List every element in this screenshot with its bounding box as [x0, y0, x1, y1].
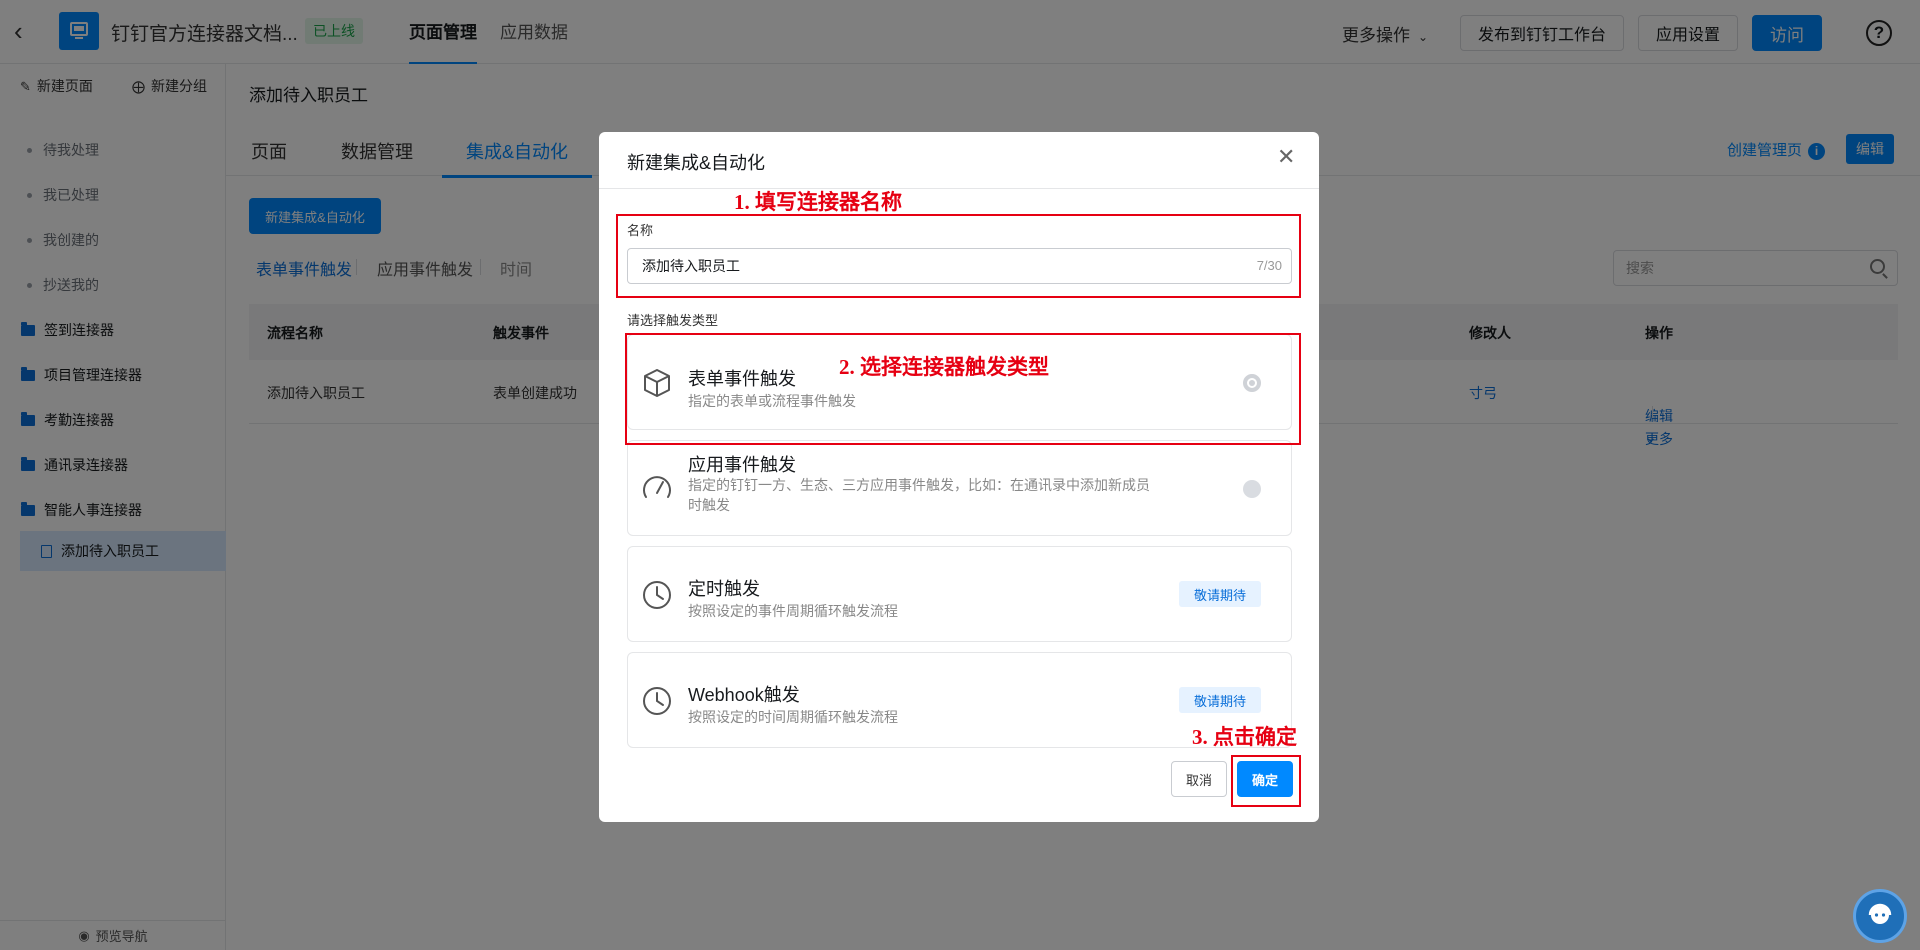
cancel-button[interactable]: 取消	[1171, 761, 1227, 797]
annotation-step1: 1. 填写连接器名称	[734, 190, 902, 214]
radio-button[interactable]	[1243, 480, 1261, 498]
coming-soon-badge: 敬请期待	[1179, 687, 1261, 713]
divider	[599, 188, 1319, 189]
coming-soon-badge: 敬请期待	[1179, 581, 1261, 607]
annotation-box-name	[616, 214, 1301, 298]
trigger-type-label: 请选择触发类型	[627, 313, 719, 328]
option-timed-trigger: 定时触发 按照设定的事件周期循环触发流程 敬请期待	[627, 546, 1292, 642]
annotation-step3: 3. 点击确定	[1192, 725, 1297, 749]
customer-service-icon[interactable]	[1853, 889, 1907, 943]
option-title: Webhook触发	[688, 685, 800, 705]
clock-icon	[643, 687, 671, 715]
option-description: 指定的钉钉一方、生态、三方应用事件触发，比如：在通讯录中添加新成员时触发	[688, 477, 1150, 513]
option-description: 按照设定的时间周期循环触发流程	[688, 709, 898, 725]
clock-icon	[643, 581, 671, 609]
option-description: 按照设定的事件周期循环触发流程	[688, 603, 898, 619]
annotation-box-trigger	[625, 333, 1301, 445]
option-title: 定时触发	[688, 579, 760, 599]
close-icon[interactable]: ✕	[1277, 146, 1295, 168]
annotation-box-confirm	[1231, 755, 1301, 807]
option-app-event-trigger[interactable]: 应用事件触发 指定的钉钉一方、生态、三方应用事件触发，比如：在通讯录中添加新成员…	[627, 440, 1292, 536]
dialog-title: 新建集成&自动化	[627, 153, 766, 173]
option-title: 应用事件触发	[688, 455, 796, 475]
gauge-icon	[643, 476, 671, 498]
